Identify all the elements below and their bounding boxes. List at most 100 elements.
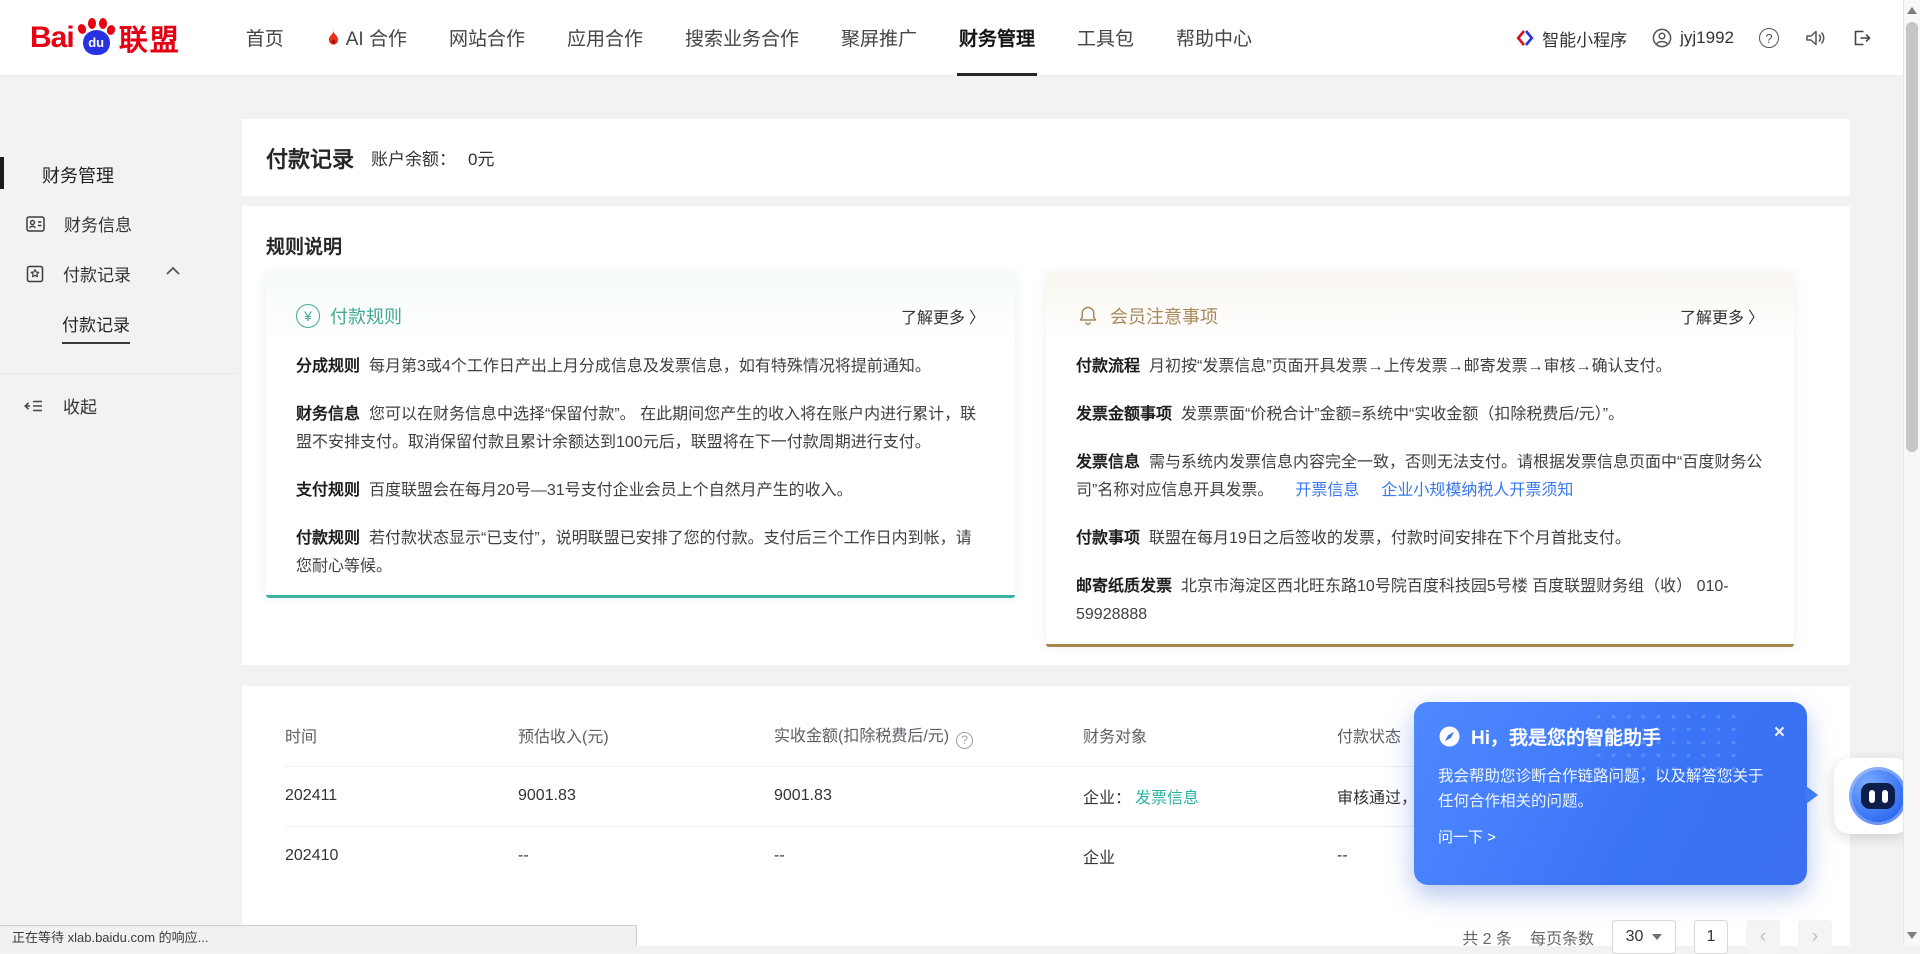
- cell-actual: 9001.83: [774, 787, 1083, 805]
- question-circle-icon[interactable]: ?: [956, 732, 973, 749]
- nav-item-toolkit[interactable]: 工具包: [1077, 0, 1134, 76]
- rule-label: 邮寄纸质发票: [1076, 578, 1172, 595]
- robot-eye: [1882, 790, 1888, 803]
- rule-label: 发票金额事项: [1076, 406, 1172, 423]
- learn-more-link[interactable]: 了解更多 〉: [901, 304, 985, 328]
- assistant-robot-avatar[interactable]: [1849, 767, 1907, 825]
- rule-text: 发票票面“价税合计”金额=系统中“实收金额（扣除税费后/元）”。: [1181, 406, 1624, 423]
- scrollbar-thumb[interactable]: [1906, 22, 1918, 452]
- nav-item-label: 财务管理: [959, 24, 1035, 51]
- cell-estimated: --: [518, 847, 774, 865]
- rule-paragraph: 财务信息您可以在财务信息中选择“保留付款”。 在此期间您产生的收入将在账户内进行…: [296, 401, 985, 457]
- cell-entity: 企业: [1083, 844, 1337, 868]
- next-page-button[interactable]: ›: [1798, 920, 1832, 954]
- page-number-button[interactable]: 1: [1694, 920, 1728, 954]
- close-icon[interactable]: ×: [1774, 723, 1785, 742]
- member-notice-card: 会员注意事项 了解更多 〉 付款流程月初按“发票信息”页面开具发票→上传发票→邮…: [1046, 273, 1794, 647]
- nav-item-search-biz[interactable]: 搜索业务合作: [685, 0, 799, 76]
- sidebar-item-payment-records[interactable]: 付款记录: [25, 261, 131, 286]
- pagination: 共 2 条 每页条数 30 1 ‹ ›: [1462, 920, 1832, 954]
- logo-text-du: du: [83, 30, 110, 55]
- account-balance-label: 账户余额：: [371, 145, 456, 170]
- user-account[interactable]: jyj1992: [1652, 28, 1734, 48]
- sidebar-divider: [0, 373, 235, 374]
- scrollbar-down-arrow[interactable]: [1907, 932, 1917, 939]
- nav-item-finance[interactable]: 财务管理: [959, 0, 1035, 76]
- assistant-popup-header: Hi，我是您的智能助手 ×: [1438, 723, 1783, 750]
- nav-item-website[interactable]: 网站合作: [449, 0, 525, 76]
- chevron-down-icon: [1652, 934, 1662, 940]
- browser-status-bar: 正在等待 xlab.baidu.com 的响应...: [0, 925, 637, 946]
- rule-label: 付款流程: [1076, 358, 1140, 375]
- status-text: 正在等待 xlab.baidu.com 的响应...: [12, 927, 209, 946]
- help-icon[interactable]: ?: [1759, 28, 1779, 48]
- robot-eye: [1869, 790, 1875, 803]
- nav-item-home[interactable]: 首页: [246, 0, 284, 76]
- prev-page-button[interactable]: ‹: [1746, 920, 1780, 954]
- nav-item-juping[interactable]: 聚屏推广: [841, 0, 917, 76]
- logo-text-bai: Bai: [30, 21, 74, 55]
- rule-paragraph: 支付规则百度联盟会在每月20号—31号支付企业会员上个自然月产生的收入。: [296, 477, 985, 505]
- logo-text-union: 联盟: [119, 17, 181, 59]
- nav-item-label: 应用合作: [567, 24, 643, 51]
- nav-item-ai[interactable]: AI 合作: [326, 0, 407, 76]
- chevron-up-icon[interactable]: [165, 265, 181, 277]
- nav-item-label: 首页: [246, 24, 284, 51]
- page-scrollbar[interactable]: [1903, 0, 1920, 946]
- scrollbar-up-arrow[interactable]: [1907, 7, 1917, 14]
- miniprogram-diamond-icon: [1516, 29, 1534, 47]
- rule-text: 若付款状态显示“已支付”，说明联盟已安排了您的付款。支付后三个工作日内到帐，请您…: [296, 530, 972, 575]
- col-header-entity: 财务对象: [1083, 723, 1337, 747]
- cell-time: 202411: [285, 787, 518, 805]
- baidu-union-logo[interactable]: Bai du 联盟: [30, 17, 181, 59]
- rule-paragraph: 发票金额事项发票票面“价税合计”金额=系统中“实收金额（扣除税费后/元）”。: [1076, 401, 1764, 429]
- rule-paragraph: 邮寄纸质发票北京市海淀区西北旺东路10号院百度科技园5号楼 百度联盟财务组（收）…: [1076, 573, 1764, 629]
- payment-records-header-panel: 付款记录 账户余额： 0元: [242, 119, 1850, 196]
- entity-label: 企业：: [1083, 790, 1131, 807]
- rule-label: 财务信息: [296, 406, 360, 423]
- per-page-select[interactable]: 30: [1612, 920, 1676, 954]
- rule-label: 付款规则: [296, 530, 360, 547]
- card-body: 付款流程月初按“发票信息”页面开具发票→上传发票→邮寄发票→审核→确认支付。 发…: [1076, 353, 1764, 629]
- id-card-icon: [25, 214, 46, 234]
- flame-icon: [326, 29, 341, 47]
- rule-paragraph: 付款规则若付款状态显示“已支付”，说明联盟已安排了您的付款。支付后三个工作日内到…: [296, 525, 985, 581]
- logout-icon[interactable]: [1851, 28, 1872, 48]
- rule-text: 月初按“发票信息”页面开具发票→上传发票→邮寄发票→审核→确认支付。: [1149, 358, 1672, 375]
- rule-paragraph: 分成规则每月第3或4个工作日产出上月分成信息及发票信息，如有特殊情况将提前通知。: [296, 353, 985, 381]
- announcement-speaker-icon[interactable]: [1804, 28, 1826, 48]
- nav-item-label: 帮助中心: [1176, 24, 1252, 51]
- nav-item-label: AI 合作: [346, 24, 407, 51]
- col-header-time: 时间: [285, 723, 518, 747]
- cell-entity: 企业：发票信息: [1083, 784, 1337, 808]
- learn-more-link[interactable]: 了解更多 〉: [1680, 304, 1764, 328]
- assistant-title: Hi，我是您的智能助手: [1471, 723, 1661, 750]
- learn-more-label: 了解更多: [1680, 304, 1744, 328]
- rule-label: 分成规则: [296, 358, 360, 375]
- nav-item-help-center[interactable]: 帮助中心: [1176, 0, 1252, 76]
- nav-item-label: 聚屏推广: [841, 24, 917, 51]
- rules-section-title: 规则说明: [266, 232, 1826, 259]
- smart-miniprogram-link[interactable]: 智能小程序: [1516, 26, 1627, 51]
- collapse-label: 收起: [63, 393, 97, 418]
- sidebar-subitem-payment-records[interactable]: 付款记录: [62, 311, 130, 344]
- invoice-info-link[interactable]: 开票信息: [1295, 482, 1359, 499]
- rule-text: 您可以在财务信息中选择“保留付款”。 在此期间您产生的收入将在账户内进行累计，联…: [296, 406, 976, 451]
- baidu-paw-icon: du: [76, 17, 116, 59]
- cell-actual: --: [774, 847, 1083, 865]
- small-taxpayer-notice-link[interactable]: 企业小规模纳税人开票须知: [1381, 482, 1573, 499]
- sidebar-collapse-button[interactable]: 收起: [23, 393, 97, 418]
- rule-label: 付款事项: [1076, 530, 1140, 547]
- user-icon: [1652, 28, 1672, 48]
- nav-item-app[interactable]: 应用合作: [567, 0, 643, 76]
- invoice-info-link[interactable]: 发票信息: [1135, 790, 1199, 807]
- sidebar-group-finance[interactable]: 财务管理: [42, 162, 114, 188]
- card-header: ¥ 付款规则 了解更多 〉: [296, 303, 985, 329]
- total-count: 共 2 条: [1462, 925, 1512, 949]
- username-label: jyj1992: [1680, 28, 1734, 48]
- card-header: 会员注意事项 了解更多 〉: [1076, 303, 1764, 329]
- assistant-compass-icon: [1438, 725, 1461, 748]
- sidebar-item-finance-info[interactable]: 财务信息: [25, 211, 132, 236]
- rule-paragraph: 发票信息需与系统内发票信息内容完全一致，否则无法支付。请根据发票信息页面中“百度…: [1076, 449, 1764, 505]
- ask-now-link[interactable]: 问一下 >: [1438, 826, 1496, 847]
